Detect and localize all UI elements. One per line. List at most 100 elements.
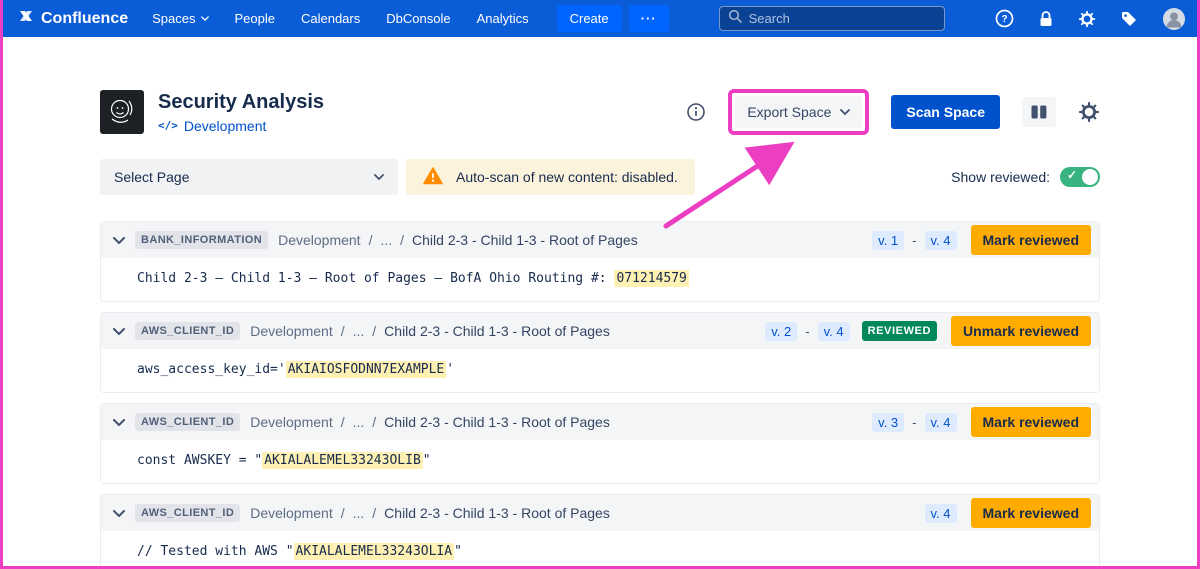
finding-header: AWS_CLIENT_ID Development / ... / Child … [101,495,1099,531]
version-link-from[interactable]: v. 2 [765,322,797,341]
nav-item-label: Spaces [152,11,195,26]
breadcrumb-space[interactable]: Development [250,505,333,521]
finding-snippet: // Tested with AWS "AKIALALEMEL33243OLIA… [137,544,1083,559]
breadcrumb-space[interactable]: Development [278,232,361,248]
confluence-logo-icon [18,8,34,29]
nav-item-people[interactable]: People [235,11,275,26]
version-link-to[interactable]: v. 4 [818,322,850,341]
breadcrumb-ellipsis[interactable]: ... [380,232,392,248]
space-subtitle: </> Development [158,118,324,134]
space-settings-gear-icon[interactable] [1078,101,1100,123]
space-link[interactable]: Development [184,118,267,134]
breadcrumb-ellipsis[interactable]: ... [353,505,365,521]
breadcrumb-ellipsis[interactable]: ... [353,323,365,339]
lock-icon[interactable] [1038,10,1054,28]
finding-type-badge: BANK_INFORMATION [135,231,268,249]
warning-icon [423,167,443,188]
mark-reviewed-button[interactable]: Mark reviewed [971,498,1092,528]
avatar[interactable] [1162,7,1186,31]
info-icon[interactable] [686,102,706,122]
search-input[interactable] [749,11,936,26]
collapse-caret-icon[interactable] [113,510,125,517]
create-button[interactable]: Create [557,5,622,32]
more-button[interactable]: ··· [629,5,669,32]
code-highlight: AKIALALEMEL33243OLIA [294,543,455,560]
breadcrumb-page[interactable]: Child 2-3 - Child 1-3 - Root of Pages [384,505,610,521]
unmark-reviewed-button[interactable]: Unmark reviewed [951,316,1091,346]
breadcrumb-separator: / [341,414,345,430]
confluence-home-link[interactable]: Confluence [18,8,128,29]
code-highlight: AKIALALEMEL33243OLIB [262,452,423,469]
breadcrumb-space[interactable]: Development [250,414,333,430]
finding-header-actions: v. 4 Mark reviewed [925,498,1092,528]
breadcrumb-page[interactable]: Child 2-3 - Child 1-3 - Root of Pages [412,232,638,248]
finding-header-actions: v. 2 - v. 4 REVIEWED Unmark reviewed [765,316,1091,346]
version-separator: - [805,324,809,339]
mark-reviewed-button[interactable]: Mark reviewed [971,225,1092,255]
breadcrumb: Development / ... / Child 2-3 - Child 1-… [250,323,610,339]
breadcrumb-separator: / [372,323,376,339]
nav-item-spaces[interactable]: Spaces [152,11,208,26]
top-nav: Confluence Spaces People Calendars DbCon… [0,0,1200,37]
finding-header-actions: v. 3 - v. 4 Mark reviewed [872,407,1091,437]
version-link-from[interactable]: v. 3 [872,413,904,432]
finding-type-badge: AWS_CLIENT_ID [135,413,240,431]
version-link-to[interactable]: v. 4 [925,231,957,250]
check-icon: ✓ [1067,168,1077,182]
finding-body: aws_access_key_id='AKIAIOSFODNN7EXAMPLE' [101,349,1099,392]
finding-header: AWS_CLIENT_ID Development / ... / Child … [101,404,1099,440]
finding-body: // Tested with AWS "AKIALALEMEL33243OLIA… [101,531,1099,569]
breadcrumb-ellipsis[interactable]: ... [353,414,365,430]
nav-item-calendars[interactable]: Calendars [301,11,360,26]
mark-reviewed-button[interactable]: Mark reviewed [971,407,1092,437]
version-link-from[interactable]: v. 1 [872,231,904,250]
nav-item-dbconsole[interactable]: DbConsole [386,11,450,26]
settings-gear-icon[interactable] [1078,10,1096,28]
findings-list: BANK_INFORMATION Development / ... / Chi… [100,221,1100,569]
breadcrumb-separator: / [341,323,345,339]
brand-name: Confluence [41,10,128,28]
finding-header: AWS_CLIENT_ID Development / ... / Child … [101,313,1099,349]
breadcrumb-separator: / [341,505,345,521]
nav-icon-group: ? [995,7,1186,31]
finding-header-actions: v. 1 - v. 4 Mark reviewed [872,225,1091,255]
breadcrumb-separator: / [372,505,376,521]
toggle-knob [1082,169,1098,185]
search-box[interactable] [719,6,945,31]
nav-item-analytics[interactable]: Analytics [477,11,529,26]
show-reviewed-label: Show reviewed: [951,169,1050,185]
breadcrumb: Development / ... / Child 2-3 - Child 1-… [250,505,610,521]
collapse-caret-icon[interactable] [113,328,125,335]
code-text: Child 2-3 – Child 1-3 – Root of Pages – … [137,271,614,286]
select-page-dropdown[interactable]: Select Page [100,159,398,195]
collapse-caret-icon[interactable] [113,419,125,426]
svg-text:?: ? [1001,14,1007,25]
finding-card: AWS_CLIENT_ID Development / ... / Child … [100,403,1100,484]
chevron-down-icon [201,16,209,21]
version-link[interactable]: v. 4 [925,504,957,523]
finding-body: Child 2-3 – Child 1-3 – Root of Pages – … [101,258,1099,301]
code-text: // Tested with AWS " [137,544,294,559]
breadcrumb-space[interactable]: Development [250,323,333,339]
breadcrumb-separator: / [369,232,373,248]
search-icon [728,9,742,28]
show-reviewed-toggle[interactable]: ✓ [1060,167,1100,187]
export-space-button[interactable]: Export Space [735,96,862,128]
autoscan-banner: Auto-scan of new content: disabled. [406,159,695,195]
title-block: Security Analysis </> Development [158,91,324,134]
code-highlight: 071214579 [614,270,688,287]
finding-body: const AWSKEY = "AKIALALEMEL33243OLIB" [101,440,1099,483]
version-link-to[interactable]: v. 4 [925,413,957,432]
export-space-label: Export Space [747,104,831,120]
help-icon[interactable]: ? [995,9,1014,28]
breadcrumb-separator: / [372,414,376,430]
code-text: ' [446,362,454,377]
show-reviewed-control: Show reviewed: ✓ [951,167,1100,187]
collapse-caret-icon[interactable] [113,237,125,244]
breadcrumb-page[interactable]: Child 2-3 - Child 1-3 - Root of Pages [384,414,610,430]
side-panel-toggle[interactable] [1022,97,1056,127]
scan-space-button[interactable]: Scan Space [891,95,1000,129]
page-header: Security Analysis </> Development Export… [100,89,1100,135]
breadcrumb-page[interactable]: Child 2-3 - Child 1-3 - Root of Pages [384,323,610,339]
tag-icon[interactable] [1120,10,1138,28]
